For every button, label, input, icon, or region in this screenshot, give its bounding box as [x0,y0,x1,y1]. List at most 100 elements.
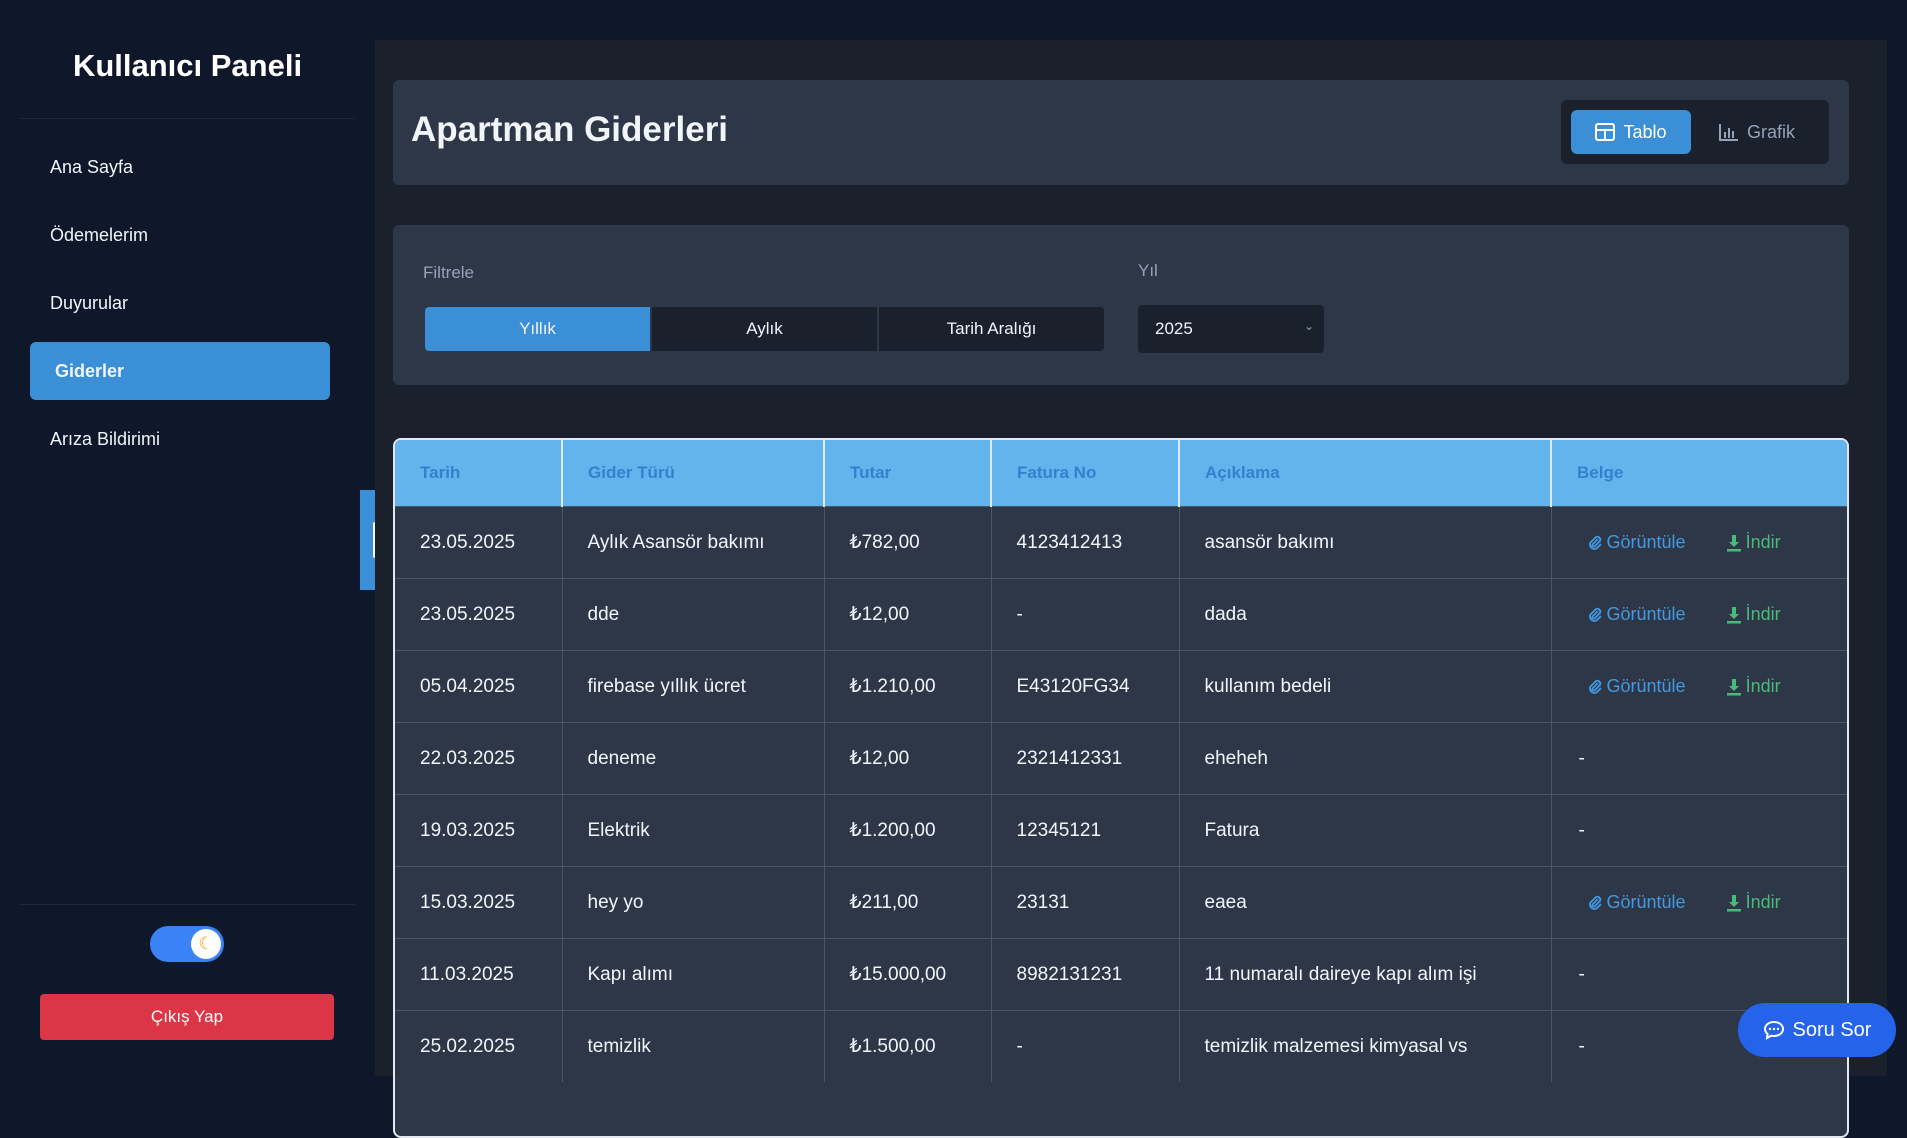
column-header-document[interactable]: Belge [1551,440,1847,507]
cell-type: firebase yıllık ücret [562,650,825,723]
table-row: 23.05.2025 Aylık Asansör bakımı ₺782,00 412… [395,506,1848,579]
sidebar-item-ana-sayfa[interactable]: Ana Sayfa [30,138,330,196]
column-header-type[interactable]: Gider Türü [562,440,825,507]
sidebar-item-giderler[interactable]: Giderler [30,342,330,400]
header-card: Apartman Giderleri Tablo Grafik [393,80,1849,185]
download-document-link[interactable]: İndir [1726,604,1781,625]
cell-date: 11.03.2025 [395,938,563,1011]
sidebar-item-ariza-bildirimi[interactable]: Arıza Bildirimi [30,410,330,468]
filter-date-range[interactable]: Tarih Aralığı [879,307,1104,351]
cell-invoice: 2321412331 [991,722,1180,795]
sidebar-item-duyurular[interactable]: Duyurular [30,274,330,332]
chart-icon [1718,124,1738,141]
cell-desc: eheheh [1179,722,1552,795]
table-row: 05.04.2025 firebase yıllık ücret ₺1.210,00… [395,650,1848,723]
cell-desc: kullanım bedeli [1179,650,1552,723]
cell-desc: Fatura [1179,794,1552,867]
table-row: 15.03.2025 hey yo ₺211,00 23131 eaea Görüntül… [395,866,1847,939]
cell-date: 19.03.2025 [395,794,563,867]
logout-button[interactable]: Çıkış Yap [40,994,334,1040]
filter-label: Filtrele [423,263,475,282]
cell-document: - [1551,722,1847,795]
expenses-table: Tarih Gider Türü Tutar Fatura No Açıklam… [393,438,1849,1138]
download-icon [1726,534,1741,551]
download-document-link[interactable]: İndir [1726,892,1781,913]
column-header-description[interactable]: Açıklama [1179,440,1552,507]
download-icon [1726,606,1741,623]
cell-date: 22.03.2025 [395,722,563,795]
column-header-invoice[interactable]: Fatura No [991,440,1180,507]
page-title: Apartman Giderleri [411,110,729,149]
paperclip-icon [1588,679,1602,694]
cell-invoice: 12345121 [991,794,1180,867]
chart-view-label: Grafik [1746,121,1795,142]
cell-desc: dada [1179,578,1552,651]
cell-amount: ₺1.210,00 [824,650,992,723]
cell-document: - [1551,938,1847,1011]
filter-card: Filtrele Yıl Yıllık Aylık Tarih Aralığı … [393,225,1849,385]
no-document-text: - [1578,963,1585,985]
cell-type: hey yo [562,866,825,939]
download-document-label: İndir [1745,532,1781,552]
document-links: Görüntüle İndir [1577,676,1848,697]
table-row: 22.03.2025 deneme ₺12,00 2321412331 eheheh - [395,722,1847,795]
table-body: 23.05.2025 Aylık Asansör bakımı ₺782,00 412… [395,506,1848,1082]
cell-desc: eaea [1179,866,1552,939]
cell-invoice: E43120FG34 [991,650,1180,723]
cell-date: 23.05.2025 [395,506,563,579]
column-header-amount[interactable]: Tutar [824,440,992,507]
download-document-link[interactable]: İndir [1726,676,1781,697]
cell-invoice: - [991,1010,1180,1082]
document-links: Görüntüle İndir [1577,604,1848,625]
sidebar: Kullanıcı Paneli Ana Sayfa Ödemelerim Du… [0,0,375,1076]
view-document-label: Görüntüle [1606,892,1686,912]
filter-monthly[interactable]: Aylık [652,307,877,351]
cell-date: 23.05.2025 [395,578,563,651]
cell-type: dde [562,578,825,651]
cell-amount: ₺12,00 [824,578,992,651]
ask-question-label: Soru Sor [1792,1018,1872,1041]
cell-amount: ₺211,00 [824,866,992,939]
cell-document: - [1551,794,1847,867]
table-icon [1595,123,1616,141]
cell-date: 05.04.2025 [395,650,563,723]
table-view-label: Tablo [1623,121,1667,142]
ask-question-button[interactable]: Soru Sor [1738,1003,1896,1057]
view-document-label: Görüntüle [1606,604,1686,624]
chart-view-button[interactable]: Grafik [1697,110,1817,154]
sidebar-nav: Ana Sayfa Ödemelerim Duyurular Giderler … [30,138,330,478]
cell-invoice: 23131 [991,866,1180,939]
paperclip-icon [1588,535,1602,550]
cell-type: Aylık Asansör bakımı [562,506,825,579]
document-links: Görüntüle İndir [1577,532,1848,553]
cell-desc: asansör bakımı [1179,506,1552,579]
theme-toggle[interactable]: ☾ [150,926,224,962]
sidebar-item-odemelerim[interactable]: Ödemelerim [30,206,330,264]
cell-invoice: 4123412413 [991,506,1180,579]
table-header-row: Tarih Gider Türü Tutar Fatura No Açıklam… [395,440,1847,507]
column-header-date[interactable]: Tarih [395,440,563,507]
download-icon [1726,678,1741,695]
divider [20,904,355,905]
cell-type: Kapı alımı [562,938,825,1011]
view-document-link[interactable]: Görüntüle [1587,892,1686,913]
table-row: 11.03.2025 Kapı alımı ₺15.000,00 8982131231… [395,938,1847,1011]
download-icon [1726,894,1741,911]
cell-document: Görüntüle İndir [1551,650,1848,723]
filter-segment: Yıllık Aylık Tarih Aralığı [425,307,1104,351]
year-select[interactable]: 2025 ⌄ [1138,305,1324,353]
divider [20,118,355,119]
view-document-label: Görüntüle [1606,676,1686,696]
download-document-link[interactable]: İndir [1726,532,1781,553]
table-view-button[interactable]: Tablo [1571,110,1691,154]
filter-yearly[interactable]: Yıllık [425,307,650,351]
cell-amount: ₺12,00 [824,722,992,795]
view-document-link[interactable]: Görüntüle [1587,676,1686,697]
chat-icon [1763,1020,1784,1040]
view-document-link[interactable]: Görüntüle [1587,532,1686,553]
moon-icon: ☾ [191,929,221,959]
download-document-label: İndir [1745,604,1781,624]
view-document-link[interactable]: Görüntüle [1587,604,1686,625]
table-row: 23.05.2025 dde ₺12,00- dada Görüntüle İndir [395,578,1848,651]
cell-type: Elektrik [562,794,825,867]
